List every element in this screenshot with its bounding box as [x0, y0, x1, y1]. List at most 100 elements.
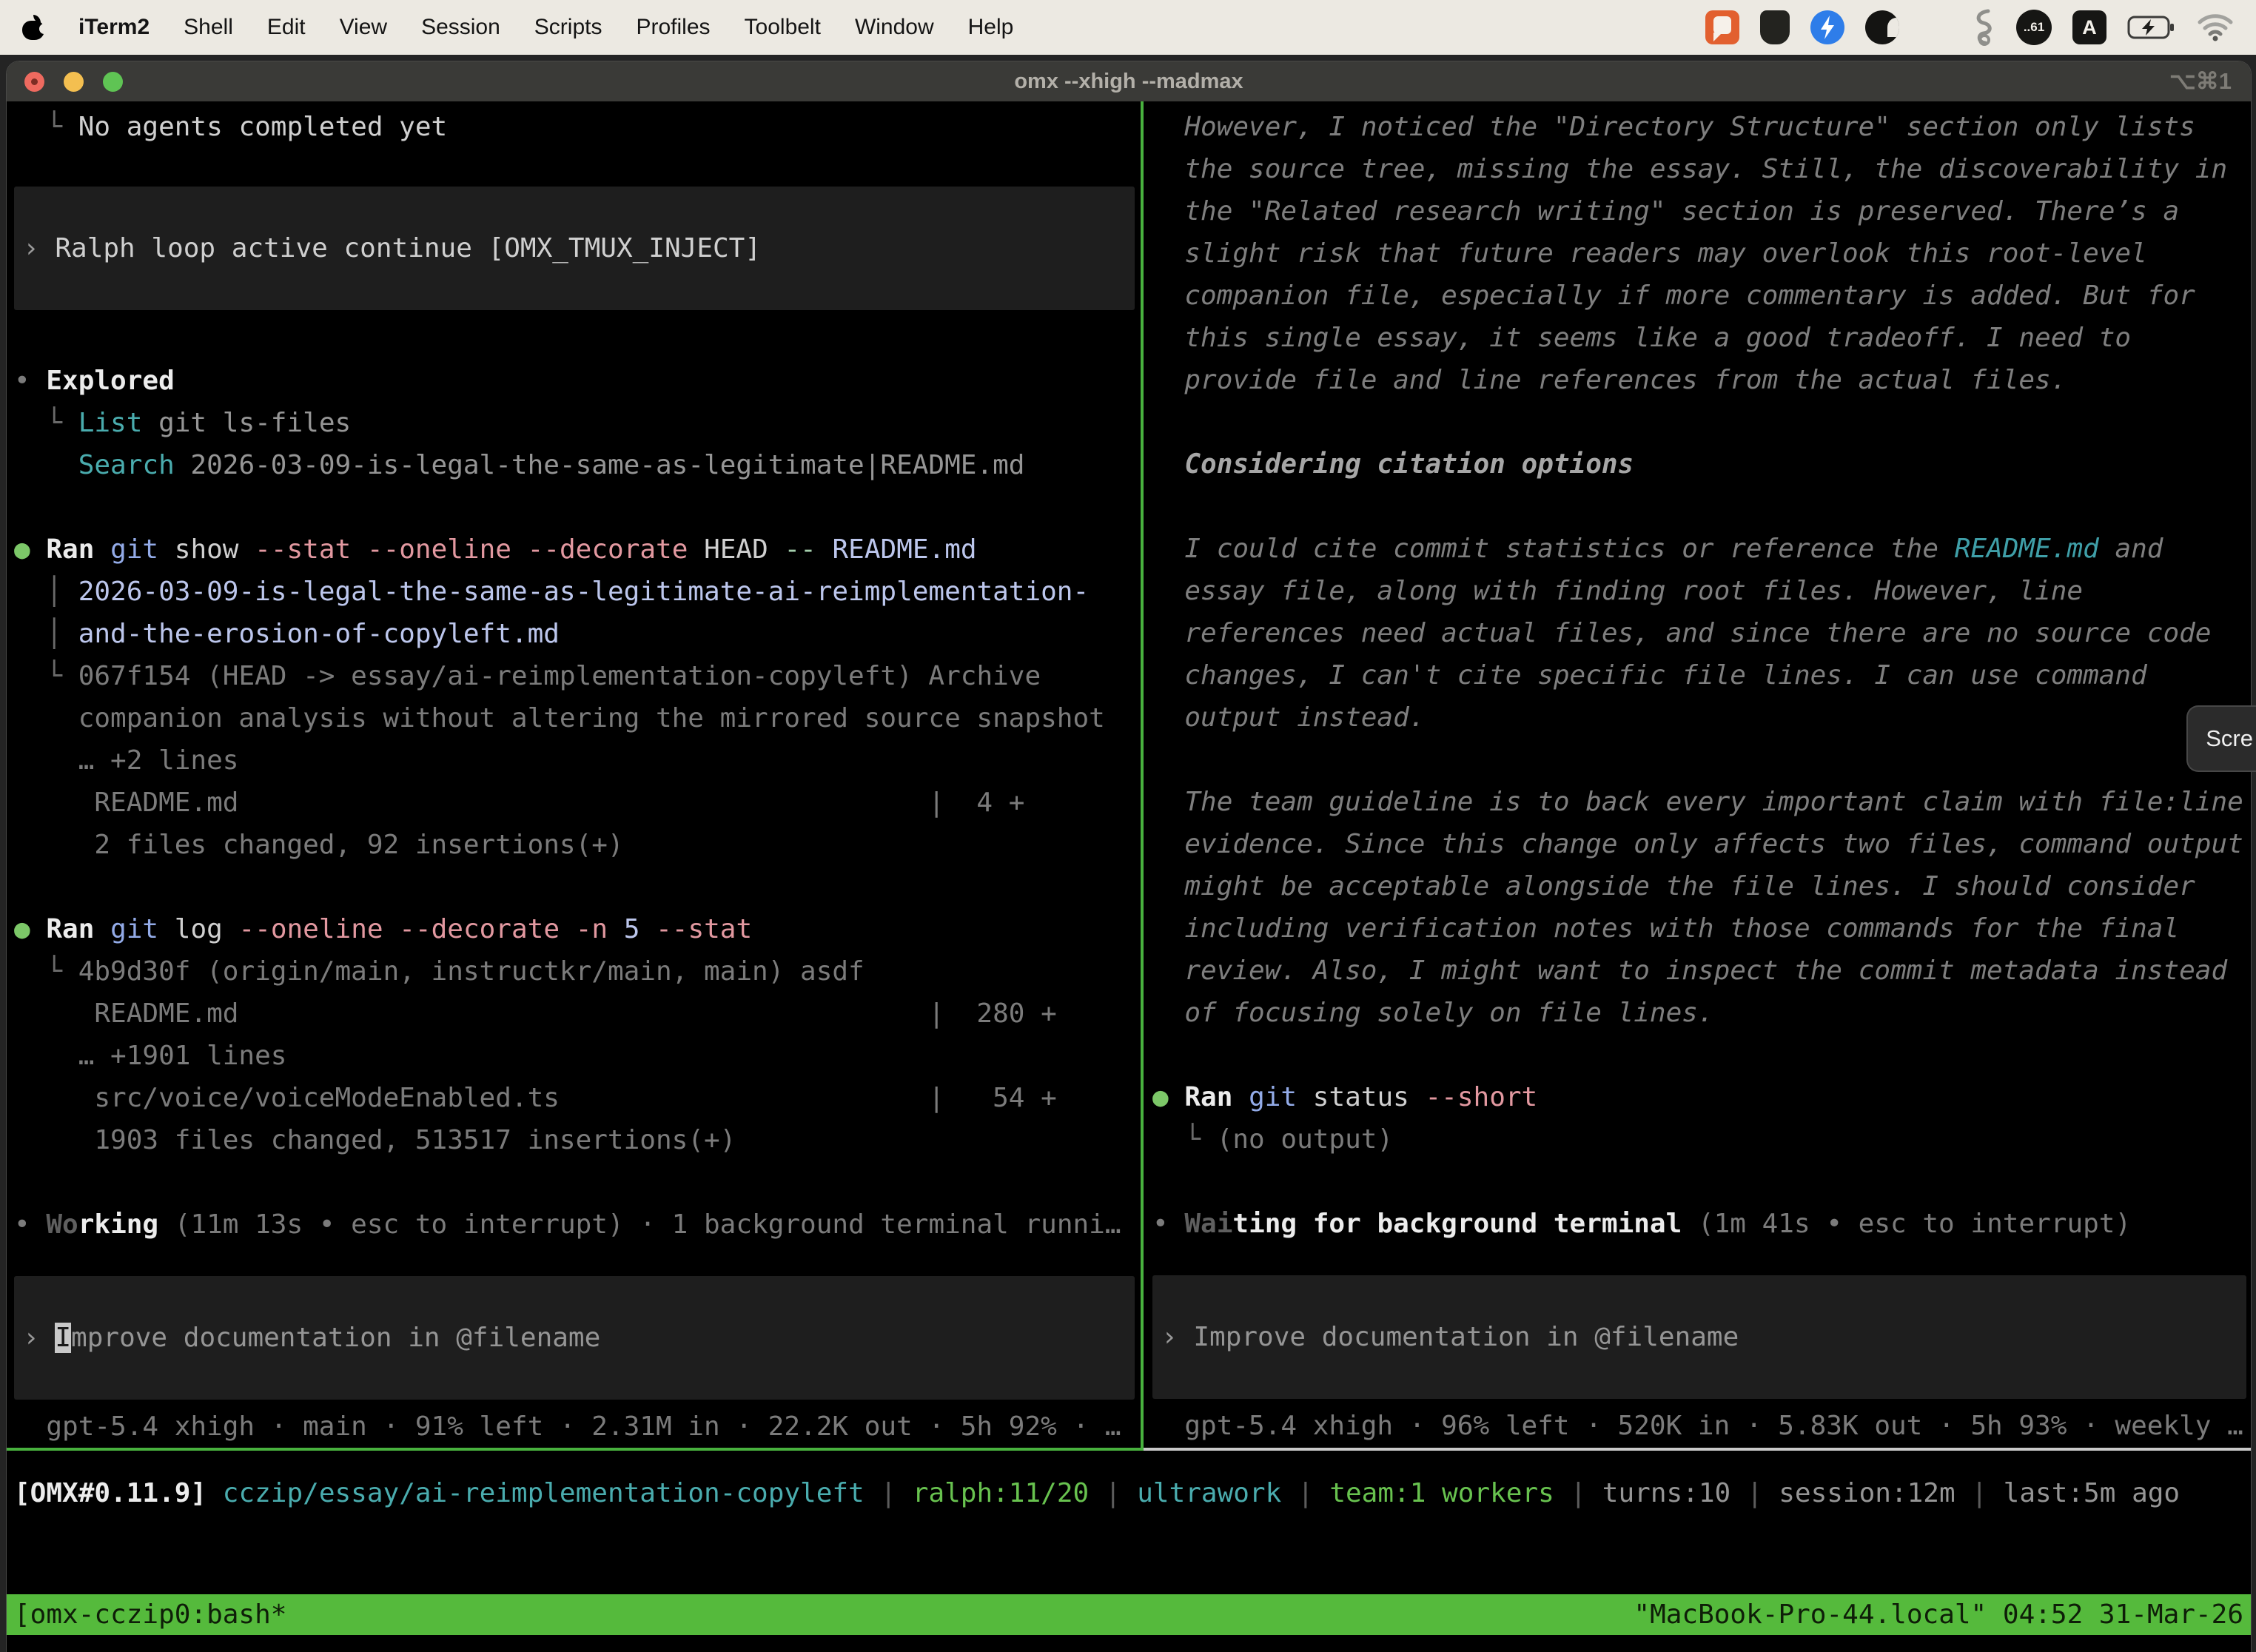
- text-run: (no output): [1217, 1124, 1393, 1155]
- text-run: However, I noticed the "Directory Struct…: [1152, 112, 2195, 142]
- shield-icon[interactable]: [1760, 10, 1790, 44]
- text-run: (1m 41s • esc to interrupt): [1682, 1209, 2131, 1239]
- wifi-icon[interactable]: [2197, 13, 2234, 41]
- text-run: 2026-03-09-is-legal-the-same-as-legitima…: [175, 450, 1025, 480]
- left-prompt-box-history[interactable]: › Ralph loop active continue [OMX_TMUX_I…: [14, 187, 1135, 310]
- tmux-host-clock: "MacBook-Pro-44.local" 04:52 31-Mar-26: [1634, 1599, 2243, 1630]
- window-titlebar[interactable]: omx --xhigh --madmax ⌥⌘1: [7, 61, 2251, 101]
- text-run: README.md: [833, 534, 977, 565]
- input-source-icon[interactable]: A: [2072, 10, 2106, 44]
- terminal-line: companion analysis without altering the …: [14, 697, 1141, 739]
- minimize-button[interactable]: [64, 72, 84, 92]
- terminal-line: However, I noticed the "Directory Struct…: [1152, 106, 2252, 148]
- text-run: of focusing solely on file lines.: [1152, 998, 1714, 1028]
- left-pane[interactable]: └ No agents completed yet › Ralph loop a…: [7, 101, 1141, 1448]
- text-run: |: [1089, 1478, 1137, 1508]
- text-run: [383, 914, 400, 944]
- terminal-line: … +2 lines: [14, 739, 1141, 782]
- terminal-window: omx --xhigh --madmax ⌥⌘1 └ No agents com…: [6, 61, 2252, 1652]
- right-pane-bottom-border: [1144, 1448, 2251, 1451]
- text-run: references need actual files, and since …: [1152, 618, 2211, 648]
- text-run: •: [1152, 1209, 1184, 1239]
- text-run: ›: [1161, 1322, 1193, 1352]
- terminal-line: └ No agents completed yet: [14, 106, 1141, 148]
- battery-icon[interactable]: [2127, 15, 2176, 40]
- terminal-line: I could cite commit statistics or refere…: [1152, 528, 2252, 570]
- text-run: this single essay, it seems like a good …: [1152, 323, 2131, 353]
- window-title: omx --xhigh --madmax: [1014, 70, 1243, 94]
- text-run: I: [55, 1323, 71, 1353]
- text-run: |: [1730, 1478, 1779, 1508]
- apple-bite: [39, 24, 50, 34]
- text-run: └: [14, 112, 78, 142]
- terminal-line: this single essay, it seems like a good …: [1152, 317, 2252, 359]
- zoom-button[interactable]: [103, 72, 123, 92]
- text-run: [560, 914, 576, 944]
- chat-icon[interactable]: [1705, 10, 1739, 44]
- terminal-line: of focusing solely on file lines.: [1152, 992, 2252, 1034]
- terminal-line: README.md | 280 +: [14, 993, 1141, 1035]
- text-run: … +1901 lines: [14, 1041, 286, 1071]
- text-run: │: [14, 577, 78, 607]
- text-run: --oneline: [238, 914, 383, 944]
- text-run: output instead.: [1152, 702, 1425, 733]
- pie-icon[interactable]: [1865, 10, 1899, 44]
- text-run: evidence. Since this change only affects…: [1152, 829, 2243, 859]
- text-run: │: [14, 619, 78, 649]
- text-run: List: [78, 408, 143, 438]
- menu-item-edit[interactable]: Edit: [267, 15, 306, 40]
- screen-share-pill[interactable]: Scre: [2186, 705, 2256, 772]
- text-run: 1903 files changed, 513517 insertions(+): [14, 1125, 736, 1155]
- bolt-icon[interactable]: [1810, 10, 1844, 44]
- menu-item-scripts[interactable]: Scripts: [534, 15, 602, 40]
- text-run: git: [110, 534, 158, 565]
- squiggle-icon[interactable]: [1970, 8, 1995, 47]
- terminal-line: [14, 486, 1141, 528]
- terminal-line: └ 067f154 (HEAD -> essay/ai-reimplementa…: [14, 655, 1141, 697]
- menu-item-profiles[interactable]: Profiles: [636, 15, 710, 40]
- menu-item-iterm2[interactable]: iTerm2: [78, 15, 150, 40]
- text-run: [351, 534, 367, 565]
- right-pane[interactable]: However, I noticed the "Directory Struct…: [1144, 101, 2252, 1448]
- apple-menu-icon[interactable]: [22, 15, 44, 40]
- text-run: ›: [23, 1323, 55, 1353]
- terminal-line: 1903 files changed, 513517 insertions(+): [14, 1119, 1141, 1161]
- text-run: [OMX#0.11.9]: [14, 1478, 207, 1508]
- text-run: ralph:11/20: [913, 1478, 1089, 1508]
- text-run: --decorate: [399, 914, 560, 944]
- menu-item-toolbelt[interactable]: Toolbelt: [745, 15, 821, 40]
- gauge-icon[interactable]: ..61: [2016, 10, 2052, 45]
- text-run: [1232, 1082, 1249, 1112]
- menu-item-window[interactable]: Window: [855, 15, 934, 40]
- text-run: changes, I can't cite specific file line…: [1152, 660, 2147, 691]
- text-run: essay file, along with finding root file…: [1152, 576, 2083, 606]
- text-run: |: [865, 1478, 913, 1508]
- terminal-line: src/voice/voiceModeEnabled.ts | 54 +: [14, 1077, 1141, 1119]
- text-run: and-the-erosion-of-copyleft.md: [78, 619, 560, 649]
- right-body-lines: However, I noticed the "Directory Struct…: [1152, 106, 2252, 1245]
- terminal-line: The team guideline is to back every impo…: [1152, 781, 2252, 823]
- text-run: last:5m ago: [2004, 1478, 2180, 1508]
- close-button[interactable]: [24, 72, 44, 92]
- text-run: gpt-5.4 xhigh · 96% left · 520K in · 5.8…: [1152, 1411, 2243, 1441]
- grid-dots-icon[interactable]: [1920, 13, 1950, 42]
- menu-item-view[interactable]: View: [340, 15, 387, 40]
- text-run: ultrawork: [1137, 1478, 1281, 1508]
- text-run: 2026-03-09-is-legal-the-same-as-legitima…: [78, 577, 1089, 607]
- terminal-line: [14, 1161, 1141, 1203]
- terminal-line: Considering citation options: [1152, 443, 2252, 486]
- terminal-line: the "Related research writing" section i…: [1152, 190, 2252, 232]
- menu-item-help[interactable]: Help: [968, 15, 1014, 40]
- right-prompt-input[interactable]: › Improve documentation in @filename: [1152, 1275, 2246, 1399]
- left-pre-lines: └ No agents completed yet: [14, 106, 1141, 148]
- text-run: README.md | 280 +: [14, 998, 1057, 1029]
- text-run: •: [14, 1209, 46, 1240]
- terminal-line: evidence. Since this change only affects…: [1152, 823, 2252, 865]
- menu-item-shell[interactable]: Shell: [184, 15, 233, 40]
- menu-item-session[interactable]: Session: [421, 15, 500, 40]
- text-run: The team guideline is to back every impo…: [1152, 787, 2243, 817]
- text-run: └: [14, 408, 78, 438]
- left-prompt-input[interactable]: › Improve documentation in @filename: [14, 1276, 1135, 1400]
- text-run: slight risk that future readers may over…: [1152, 238, 2147, 269]
- text-run: └: [14, 956, 78, 987]
